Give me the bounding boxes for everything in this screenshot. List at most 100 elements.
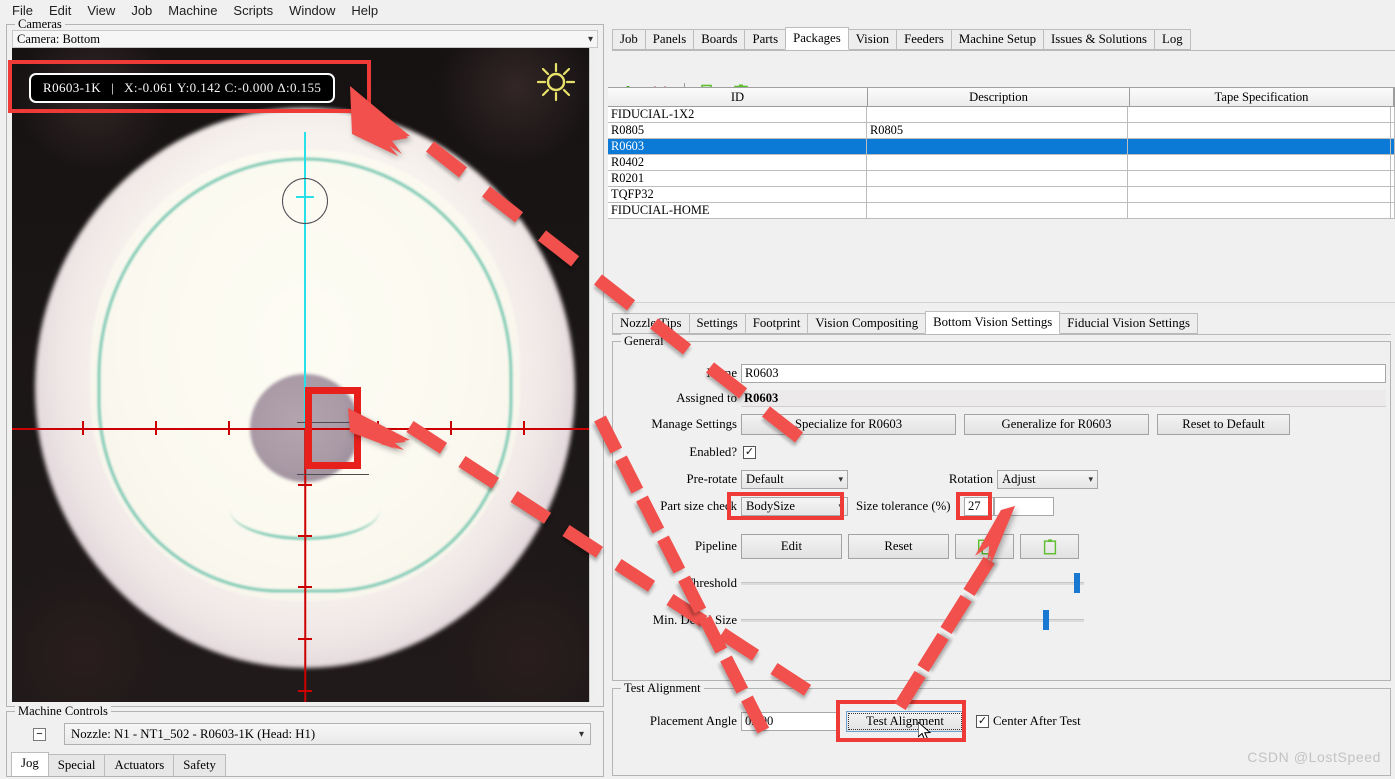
size-tolerance-extra-field[interactable] bbox=[994, 497, 1054, 516]
ruler-tick-h bbox=[377, 421, 379, 435]
table-row[interactable]: R0402 bbox=[608, 155, 1395, 171]
prerotate-value: Default bbox=[746, 472, 784, 486]
prerotate-row: Pre-rotate Default ▾ Rotation Adjust ▾ bbox=[613, 470, 1392, 489]
chevron-down-icon: ▾ bbox=[1088, 474, 1093, 484]
part-detection-rectangle bbox=[305, 387, 361, 469]
nozzle-selector[interactable]: Nozzle: N1 - NT1_502 - R0603-1K (Head: H… bbox=[64, 723, 591, 745]
menu-bar: File Edit View Job Machine Scripts Windo… bbox=[0, 0, 1395, 20]
pipeline-label: Pipeline bbox=[695, 539, 737, 553]
table-horizontal-scrollbar[interactable] bbox=[608, 302, 1395, 308]
cell-description bbox=[867, 171, 1128, 187]
tab-parts[interactable]: Parts bbox=[744, 29, 787, 50]
placement-angle-field[interactable]: 0.000 bbox=[741, 712, 839, 731]
tab-feeders[interactable]: Feeders bbox=[896, 29, 952, 50]
pipeline-edit-button[interactable]: Edit bbox=[741, 534, 842, 559]
sun-icon[interactable] bbox=[536, 62, 576, 102]
part-size-check-value: BodySize bbox=[746, 499, 795, 513]
tab-safety[interactable]: Safety bbox=[173, 754, 226, 776]
column-header-id[interactable]: ID bbox=[608, 88, 868, 107]
tab-actuators[interactable]: Actuators bbox=[104, 754, 175, 776]
tab-jog[interactable]: Jog bbox=[11, 752, 49, 776]
ruler-tick-h bbox=[228, 421, 230, 435]
table-row[interactable]: FIDUCIAL-HOME bbox=[608, 203, 1395, 219]
specialize-button[interactable]: Specialize for R0603 bbox=[741, 414, 956, 435]
tab-nozzle-tips[interactable]: Nozzle Tips bbox=[612, 313, 690, 334]
size-tolerance-field[interactable]: 27 bbox=[964, 497, 994, 516]
application-window: File Edit View Job Machine Scripts Windo… bbox=[0, 0, 1395, 779]
pipeline-copy-button[interactable] bbox=[955, 534, 1014, 559]
copy-icon bbox=[977, 539, 991, 554]
threshold-label: Threshold bbox=[685, 575, 737, 590]
min-detail-size-row: Min. Detail Size bbox=[613, 609, 1392, 631]
cell-tape bbox=[1128, 155, 1391, 171]
rotation-dropdown[interactable]: Adjust ▾ bbox=[997, 470, 1098, 489]
camera-vertical-scrollbar[interactable] bbox=[589, 48, 598, 702]
tab-footprint[interactable]: Footprint bbox=[744, 313, 809, 334]
reset-to-default-button[interactable]: Reset to Default bbox=[1157, 414, 1290, 435]
part-size-check-dropdown[interactable]: BodySize ▾ bbox=[741, 497, 848, 516]
tab-settings[interactable]: Settings bbox=[688, 313, 746, 334]
generalize-button[interactable]: Generalize for R0603 bbox=[964, 414, 1149, 435]
tab-boards[interactable]: Boards bbox=[693, 29, 746, 50]
pipeline-reset-button[interactable]: Reset bbox=[848, 534, 949, 559]
tab-issues-solutions[interactable]: Issues & Solutions bbox=[1043, 29, 1155, 50]
hud-coordinates: X:-0.061 Y:0.142 C:-0.000 Δ:0.155 bbox=[124, 80, 322, 95]
camera-selector[interactable]: Camera: Bottom ▾ bbox=[12, 30, 598, 48]
cell-extra: R bbox=[1391, 139, 1395, 155]
threshold-slider-track bbox=[741, 581, 1084, 585]
general-group-title: General bbox=[621, 334, 667, 349]
tab-panels[interactable]: Panels bbox=[644, 29, 695, 50]
menu-item-view[interactable]: View bbox=[79, 1, 123, 20]
settings-tabstrip: Nozzle Tips Settings Footprint Vision Co… bbox=[612, 311, 1391, 335]
min-detail-size-slider[interactable] bbox=[741, 609, 1084, 631]
enabled-checkbox[interactable]: ✓ bbox=[743, 446, 756, 459]
table-row[interactable]: FIDUCIAL-1X2 bbox=[608, 107, 1395, 123]
table-row[interactable]: R0201 bbox=[608, 171, 1395, 187]
camera-viewport[interactable]: R0603-1K | X:-0.061 Y:0.142 C:-0.000 Δ:0… bbox=[12, 48, 598, 702]
column-header-tape-specification[interactable]: Tape Specification bbox=[1130, 88, 1394, 107]
menu-item-help[interactable]: Help bbox=[343, 1, 386, 20]
tab-vision[interactable]: Vision bbox=[847, 29, 898, 50]
menu-item-scripts[interactable]: Scripts bbox=[225, 1, 281, 20]
tab-log[interactable]: Log bbox=[1154, 29, 1191, 50]
tab-vision-compositing[interactable]: Vision Compositing bbox=[807, 313, 927, 334]
paste-icon bbox=[1043, 538, 1056, 554]
ruler-tick-h bbox=[450, 421, 452, 435]
prerotate-dropdown[interactable]: Default ▾ bbox=[741, 470, 848, 489]
menu-item-machine[interactable]: Machine bbox=[160, 1, 225, 20]
min-detail-size-slider-handle[interactable] bbox=[1043, 610, 1050, 630]
name-field[interactable]: R0603 bbox=[741, 364, 1386, 383]
menu-item-job[interactable]: Job bbox=[123, 1, 160, 20]
machine-controls-expander[interactable]: − bbox=[33, 728, 46, 741]
tab-machine-setup[interactable]: Machine Setup bbox=[950, 29, 1044, 50]
threshold-slider[interactable] bbox=[741, 572, 1084, 594]
tab-bottom-vision-settings[interactable]: Bottom Vision Settings bbox=[925, 311, 1061, 334]
crosshair-circle bbox=[282, 178, 328, 224]
enabled-row: Enabled? ✓ bbox=[613, 445, 1392, 460]
assigned-to-value: R0603 bbox=[741, 390, 1386, 407]
tab-fiducial-vision-settings[interactable]: Fiducial Vision Settings bbox=[1059, 313, 1198, 334]
crosshair-vertical-red bbox=[304, 428, 306, 702]
part-bounds-line-bottom bbox=[297, 474, 369, 475]
cell-description bbox=[867, 203, 1128, 219]
table-row[interactable]: TQFP32 bbox=[608, 187, 1395, 203]
threshold-slider-handle[interactable] bbox=[1074, 573, 1081, 593]
cell-extra bbox=[1391, 187, 1395, 203]
packages-table[interactable]: ID Description Tape Specification FIDUCI… bbox=[608, 87, 1395, 307]
manage-settings-row: Manage Settings Specialize for R0603 Gen… bbox=[613, 414, 1392, 435]
tab-job[interactable]: Job bbox=[612, 29, 646, 50]
pipeline-paste-button[interactable] bbox=[1020, 534, 1079, 559]
cell-id: FIDUCIAL-1X2 bbox=[608, 107, 867, 123]
ruler-tick-v bbox=[298, 638, 312, 640]
table-row[interactable]: R0805 R0805 bbox=[608, 123, 1395, 139]
tab-special[interactable]: Special bbox=[47, 754, 106, 776]
column-header-description[interactable]: Description bbox=[868, 88, 1130, 107]
camera-image: R0603-1K | X:-0.061 Y:0.142 C:-0.000 Δ:0… bbox=[12, 48, 598, 702]
test-alignment-button[interactable]: Test Alignment bbox=[846, 711, 964, 732]
center-after-test-checkbox[interactable]: ✓ bbox=[976, 715, 989, 728]
placement-angle-row: Placement Angle 0.000 Test Alignment ✓ C… bbox=[613, 711, 1392, 732]
menu-item-window[interactable]: Window bbox=[281, 1, 343, 20]
table-row[interactable]: R0603 R bbox=[608, 139, 1395, 155]
general-group: General Name R0603 Assigned to R0603 Man… bbox=[612, 334, 1392, 681]
tab-packages[interactable]: Packages bbox=[785, 27, 849, 50]
